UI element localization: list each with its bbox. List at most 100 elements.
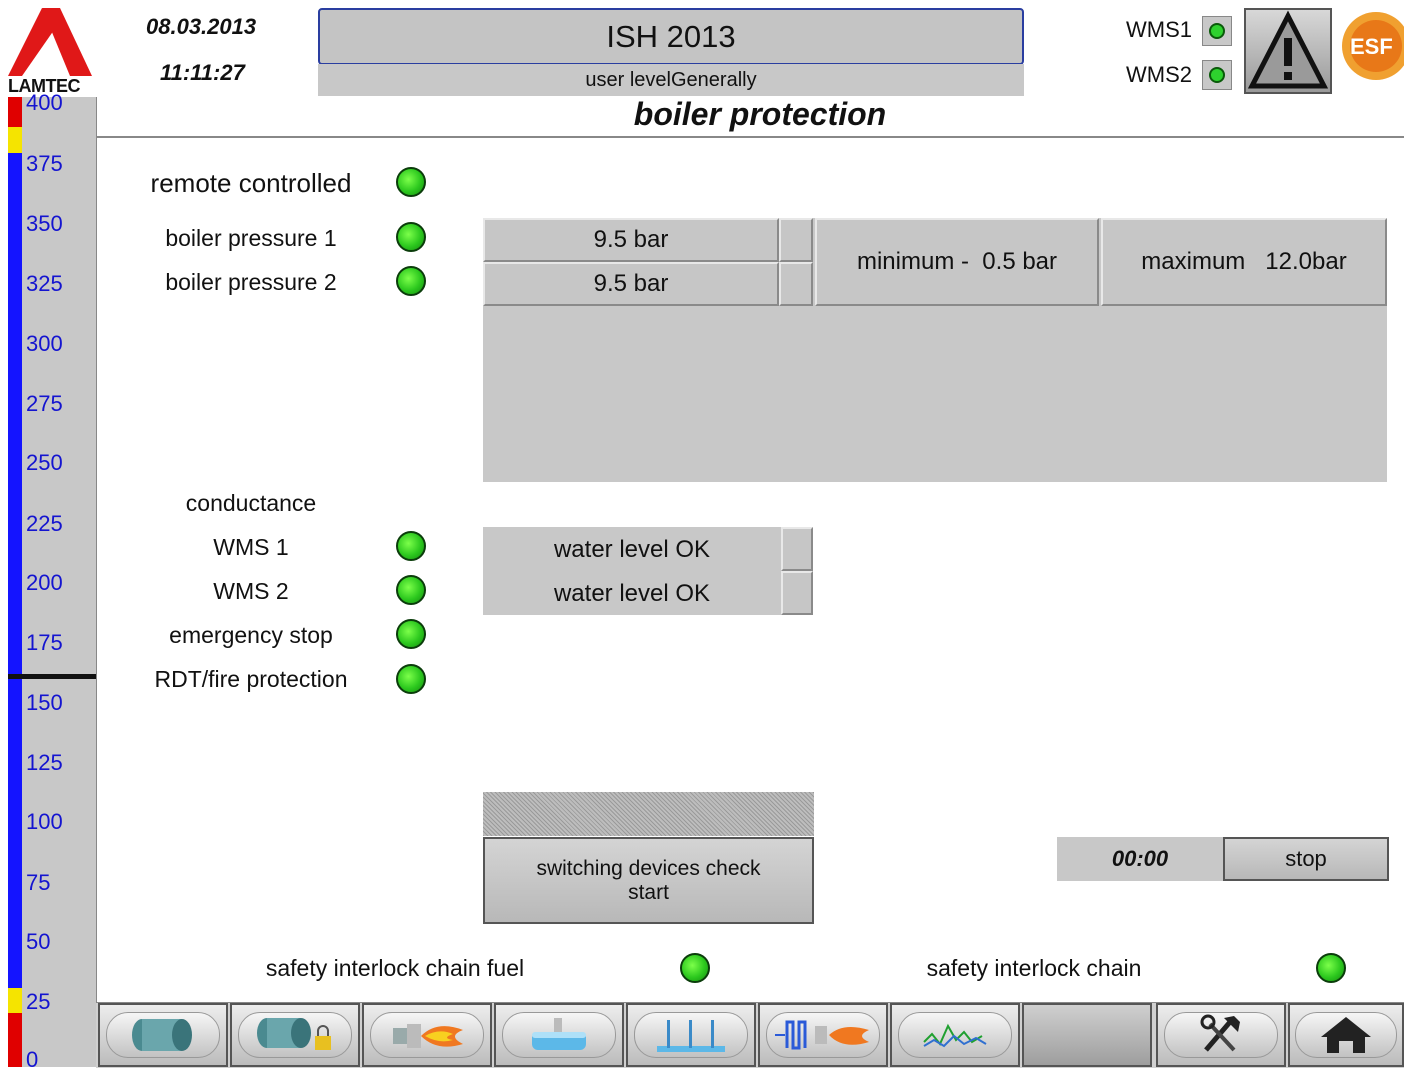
pressure-1-value: 9.5 bar [483, 218, 779, 262]
timer-display: 00:00 [1057, 837, 1223, 881]
esf-logo-mark: ESF [1342, 12, 1404, 80]
boiler-pressure-1-label: boiler pressure 1 [165, 225, 337, 251]
switching-button-line2: start [628, 880, 669, 904]
stop-button-label: stop [1285, 846, 1327, 871]
emergency-stop-label: emergency stop [169, 622, 333, 648]
heat-exchanger-burner-icon [775, 1020, 869, 1050]
nav-heat-exchanger-button[interactable] [758, 1003, 888, 1067]
nav-tools-frame [1164, 1012, 1278, 1058]
scale-alarm-bottom [8, 1013, 22, 1067]
scale-label: 175 [26, 630, 63, 655]
nav-burner-frame [370, 1012, 484, 1058]
burner-icon [393, 1024, 463, 1048]
water-level-1: water level OK [553, 536, 711, 563]
boiler-lock-icon [257, 1018, 331, 1050]
pressure-1-aux [779, 218, 813, 262]
nav-boiler-lock-button[interactable] [230, 1003, 360, 1067]
wms1-indicator-led [396, 531, 426, 561]
alarm-button[interactable] [1244, 8, 1332, 94]
nav-boiler-button[interactable] [98, 1003, 228, 1067]
user-level: user levelGenerally [318, 64, 1024, 96]
pressure-2-value: 9.5 bar [483, 262, 779, 306]
conductance-label: conductance [185, 490, 317, 516]
scale-label: 275 [26, 391, 63, 416]
warning-icon [1247, 10, 1329, 89]
pressure-minimum: minimum - 0.5 bar [815, 218, 1099, 306]
interlock-fuel-label: safety interlock chain fuel [265, 955, 525, 981]
scale-label: 400 [26, 90, 63, 115]
emergency-stop-led [396, 619, 426, 649]
boiler-pressure-2-label: boiler pressure 2 [165, 269, 337, 295]
nav-manifold-button[interactable] [626, 1003, 756, 1067]
stop-button[interactable]: stop [1223, 837, 1389, 881]
nav-trend-frame [898, 1012, 1012, 1058]
nav-tank-button[interactable] [494, 1003, 624, 1067]
scale-label: 225 [26, 511, 63, 536]
wms2-indicator-led [396, 575, 426, 605]
interlock-chain-label: safety interlock chain [926, 955, 1142, 981]
wms2-led-icon [1209, 67, 1225, 83]
nav-heat-exchanger-frame [766, 1012, 880, 1058]
nav-blank-button[interactable] [1022, 1003, 1152, 1067]
scale-label: 100 [26, 809, 63, 834]
scale-label: 200 [26, 570, 63, 595]
scale-label: 250 [26, 450, 63, 475]
scale-label: 0 [26, 1047, 39, 1072]
wms1-led-icon [1209, 23, 1225, 39]
tools-icon [1200, 1014, 1240, 1052]
time-display: 11:11:27 [160, 60, 245, 85]
boiler-icon [132, 1019, 192, 1051]
home-icon [1321, 1017, 1371, 1053]
scale-label: 75 [26, 870, 51, 895]
wms1-indicator-label: WMS 1 [213, 534, 289, 560]
wms2-indicator-label: WMS 2 [213, 578, 289, 604]
app-title: ISH 2013 [606, 18, 736, 54]
switching-status-bar [483, 792, 814, 836]
nav-trend-button[interactable] [890, 1003, 1020, 1067]
nav-home-button[interactable] [1288, 1003, 1404, 1067]
remote-controlled-label: remote controlled [150, 168, 352, 198]
boiler-pressure-1-led [396, 222, 426, 252]
date-display: 08.03.2013 [146, 14, 257, 39]
header-divider [96, 136, 1404, 138]
rdt-fire-protection-led [396, 664, 426, 694]
esf-logo-text: ESF [1350, 34, 1393, 59]
remote-controlled-led [396, 167, 426, 197]
scale-warning-bottom [8, 988, 22, 1013]
title-box: ISH 2013 [318, 8, 1024, 65]
nav-burner-button[interactable] [362, 1003, 492, 1067]
esf-logo: ESF [1336, 6, 1404, 92]
scale-label: 300 [26, 331, 63, 356]
switching-devices-check-button[interactable]: switching devices check start [483, 837, 814, 924]
manifold-icon [657, 1020, 725, 1052]
nav-tank-frame [502, 1012, 616, 1058]
scale-label: 350 [26, 211, 63, 236]
wms1-status-led [1202, 16, 1232, 46]
nav-boiler-frame [106, 1012, 220, 1058]
nav-manifold-frame [634, 1012, 748, 1058]
pressure-maximum: maximum 12.0bar [1101, 218, 1387, 306]
tank-icon [532, 1018, 586, 1050]
water-level-2: water level OK [553, 580, 711, 607]
pressure-2-aux [779, 262, 813, 306]
wms2-status-led [1202, 60, 1232, 90]
lamtec-logo-mark [8, 8, 92, 76]
water-level-2-aux [781, 571, 813, 615]
nav-home-frame [1295, 1012, 1397, 1058]
trend-chart-icon [923, 1023, 987, 1048]
nav-tools-button[interactable] [1156, 1003, 1286, 1067]
page-title: boiler protection [633, 96, 887, 132]
scale-label: 375 [26, 151, 63, 176]
scale-alarm-top [8, 97, 22, 127]
scale-warning-top [8, 127, 22, 153]
scale-label: 150 [26, 690, 63, 715]
boiler-pressure-2-led [396, 266, 426, 296]
level-scale-bar [8, 97, 22, 1067]
interlock-chain-led [1316, 953, 1346, 983]
scale-label: 50 [26, 929, 51, 954]
switching-button-line1: switching devices check [536, 856, 761, 880]
rdt-fire-protection-label: RDT/fire protection [154, 666, 348, 692]
user-level-text: user levelGenerally [585, 68, 757, 91]
scale-label: 325 [26, 271, 63, 296]
scale-label: 125 [26, 750, 63, 775]
